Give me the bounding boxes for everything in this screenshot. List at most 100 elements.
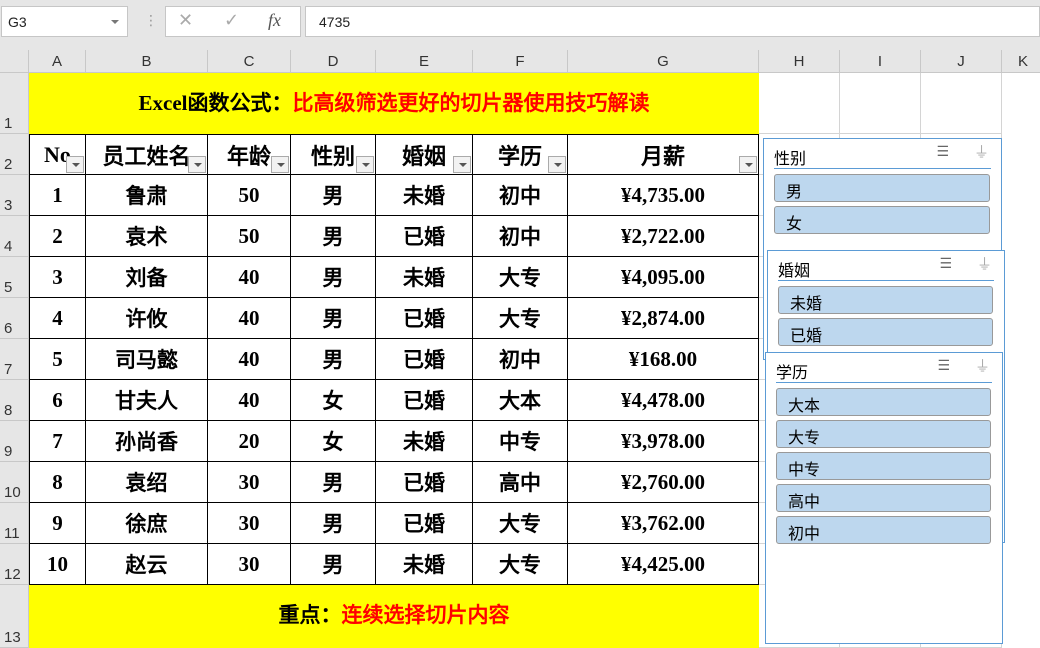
table-cell[interactable]: 鲁肃 bbox=[86, 175, 208, 216]
table-cell[interactable]: 未婚 bbox=[376, 175, 473, 216]
table-cell[interactable]: 9 bbox=[29, 503, 86, 544]
row-header-10[interactable]: 10 bbox=[0, 462, 29, 503]
filter-dropdown-icon[interactable] bbox=[453, 156, 471, 173]
formula-input[interactable]: 4735 bbox=[305, 6, 1040, 37]
row-header-1[interactable]: 1 bbox=[0, 73, 29, 134]
table-cell[interactable]: 40 bbox=[208, 257, 291, 298]
column-header-E[interactable]: E bbox=[376, 50, 473, 73]
clear-filter-icon[interactable]: ⏚ bbox=[977, 253, 992, 274]
header-cell[interactable]: 性别 bbox=[291, 134, 376, 175]
table-cell[interactable]: 已婚 bbox=[376, 462, 473, 503]
table-cell[interactable]: 40 bbox=[208, 298, 291, 339]
filter-dropdown-icon[interactable] bbox=[739, 156, 757, 173]
table-cell[interactable]: 大专 bbox=[473, 298, 568, 339]
slicer-item[interactable]: 中专 bbox=[776, 452, 991, 480]
table-cell[interactable]: 30 bbox=[208, 503, 291, 544]
table-cell[interactable]: ¥4,095.00 bbox=[568, 257, 759, 298]
header-cell[interactable]: 员工姓名 bbox=[86, 134, 208, 175]
table-cell[interactable]: 男 bbox=[291, 503, 376, 544]
header-cell[interactable]: 婚姻 bbox=[376, 134, 473, 175]
table-cell[interactable]: 5 bbox=[29, 339, 86, 380]
table-cell[interactable]: 初中 bbox=[473, 175, 568, 216]
column-header-C[interactable]: C bbox=[208, 50, 291, 73]
table-cell[interactable]: 袁绍 bbox=[86, 462, 208, 503]
table-cell[interactable]: 40 bbox=[208, 339, 291, 380]
table-cell[interactable]: 许攸 bbox=[86, 298, 208, 339]
slicer-item[interactable]: 已婚 bbox=[778, 318, 993, 346]
table-cell[interactable]: 男 bbox=[291, 462, 376, 503]
table-cell[interactable]: 男 bbox=[291, 298, 376, 339]
table-cell[interactable]: 甘夫人 bbox=[86, 380, 208, 421]
table-cell[interactable]: 已婚 bbox=[376, 216, 473, 257]
column-header-G[interactable]: G bbox=[568, 50, 759, 73]
column-header-B[interactable]: B bbox=[86, 50, 208, 73]
table-cell[interactable]: ¥2,722.00 bbox=[568, 216, 759, 257]
table-cell[interactable]: 大专 bbox=[473, 257, 568, 298]
chevron-down-icon[interactable] bbox=[111, 20, 119, 24]
table-cell[interactable]: 刘备 bbox=[86, 257, 208, 298]
cell[interactable] bbox=[840, 73, 921, 134]
column-header-I[interactable]: I bbox=[840, 50, 921, 73]
table-cell[interactable]: 男 bbox=[291, 175, 376, 216]
table-cell[interactable]: 大专 bbox=[473, 503, 568, 544]
enter-icon[interactable]: ✓ bbox=[224, 10, 239, 31]
cancel-icon[interactable]: ✕ bbox=[178, 10, 193, 31]
row-header-8[interactable]: 8 bbox=[0, 380, 29, 421]
table-cell[interactable]: 8 bbox=[29, 462, 86, 503]
row-header-11[interactable]: 11 bbox=[0, 503, 29, 544]
table-cell[interactable]: 赵云 bbox=[86, 544, 208, 585]
slicer-item[interactable]: 女 bbox=[774, 206, 990, 234]
table-cell[interactable]: 50 bbox=[208, 216, 291, 257]
table-cell[interactable]: 孙尚香 bbox=[86, 421, 208, 462]
slicer-学历[interactable]: 学历 ☰ ⏚ 大本 大专 中专 高中 初中 bbox=[765, 352, 1003, 644]
name-box[interactable]: G3 bbox=[1, 6, 128, 37]
table-cell[interactable]: ¥3,762.00 bbox=[568, 503, 759, 544]
multi-select-icon[interactable]: ☰ bbox=[939, 255, 952, 272]
header-cell[interactable]: 月薪 bbox=[568, 134, 759, 175]
multi-select-icon[interactable]: ☰ bbox=[936, 143, 949, 160]
insert-function-icon[interactable]: fx bbox=[268, 10, 281, 31]
header-cell[interactable]: 学历 bbox=[473, 134, 568, 175]
table-cell[interactable]: 袁术 bbox=[86, 216, 208, 257]
table-cell[interactable]: 已婚 bbox=[376, 339, 473, 380]
table-cell[interactable]: 2 bbox=[29, 216, 86, 257]
table-cell[interactable]: 男 bbox=[291, 257, 376, 298]
row-header-6[interactable]: 6 bbox=[0, 298, 29, 339]
slicer-item[interactable]: 高中 bbox=[776, 484, 991, 512]
filter-dropdown-icon[interactable] bbox=[356, 156, 374, 173]
table-cell[interactable]: 30 bbox=[208, 462, 291, 503]
table-cell[interactable]: 30 bbox=[208, 544, 291, 585]
table-cell[interactable]: ¥2,874.00 bbox=[568, 298, 759, 339]
table-cell[interactable]: 3 bbox=[29, 257, 86, 298]
row-header-2[interactable]: 2 bbox=[0, 134, 29, 175]
select-all-corner[interactable] bbox=[0, 50, 29, 73]
table-cell[interactable]: 初中 bbox=[473, 216, 568, 257]
filter-dropdown-icon[interactable] bbox=[188, 156, 206, 173]
table-cell[interactable]: 大本 bbox=[473, 380, 568, 421]
table-cell[interactable]: 男 bbox=[291, 216, 376, 257]
row-header-3[interactable]: 3 bbox=[0, 175, 29, 216]
column-header-D[interactable]: D bbox=[291, 50, 376, 73]
table-cell[interactable]: 50 bbox=[208, 175, 291, 216]
table-cell[interactable]: 10 bbox=[29, 544, 86, 585]
table-cell[interactable]: ¥4,425.00 bbox=[568, 544, 759, 585]
table-cell[interactable]: 中专 bbox=[473, 421, 568, 462]
filter-dropdown-icon[interactable] bbox=[66, 156, 84, 173]
table-cell[interactable]: 40 bbox=[208, 380, 291, 421]
row-header-5[interactable]: 5 bbox=[0, 257, 29, 298]
table-cell[interactable]: ¥4,735.00 bbox=[568, 175, 759, 216]
header-cell[interactable]: No bbox=[29, 134, 86, 175]
table-cell[interactable]: ¥2,760.00 bbox=[568, 462, 759, 503]
table-cell[interactable]: 未婚 bbox=[376, 421, 473, 462]
cell[interactable] bbox=[759, 73, 840, 134]
table-cell[interactable]: 7 bbox=[29, 421, 86, 462]
row-header-7[interactable]: 7 bbox=[0, 339, 29, 380]
clear-filter-icon[interactable]: ⏚ bbox=[975, 355, 990, 376]
slicer-item[interactable]: 男 bbox=[774, 174, 990, 202]
row-header-12[interactable]: 12 bbox=[0, 544, 29, 585]
table-cell[interactable]: ¥4,478.00 bbox=[568, 380, 759, 421]
table-cell[interactable]: ¥168.00 bbox=[568, 339, 759, 380]
multi-select-icon[interactable]: ☰ bbox=[937, 357, 950, 374]
slicer-item[interactable]: 未婚 bbox=[778, 286, 993, 314]
row-header-9[interactable]: 9 bbox=[0, 421, 29, 462]
